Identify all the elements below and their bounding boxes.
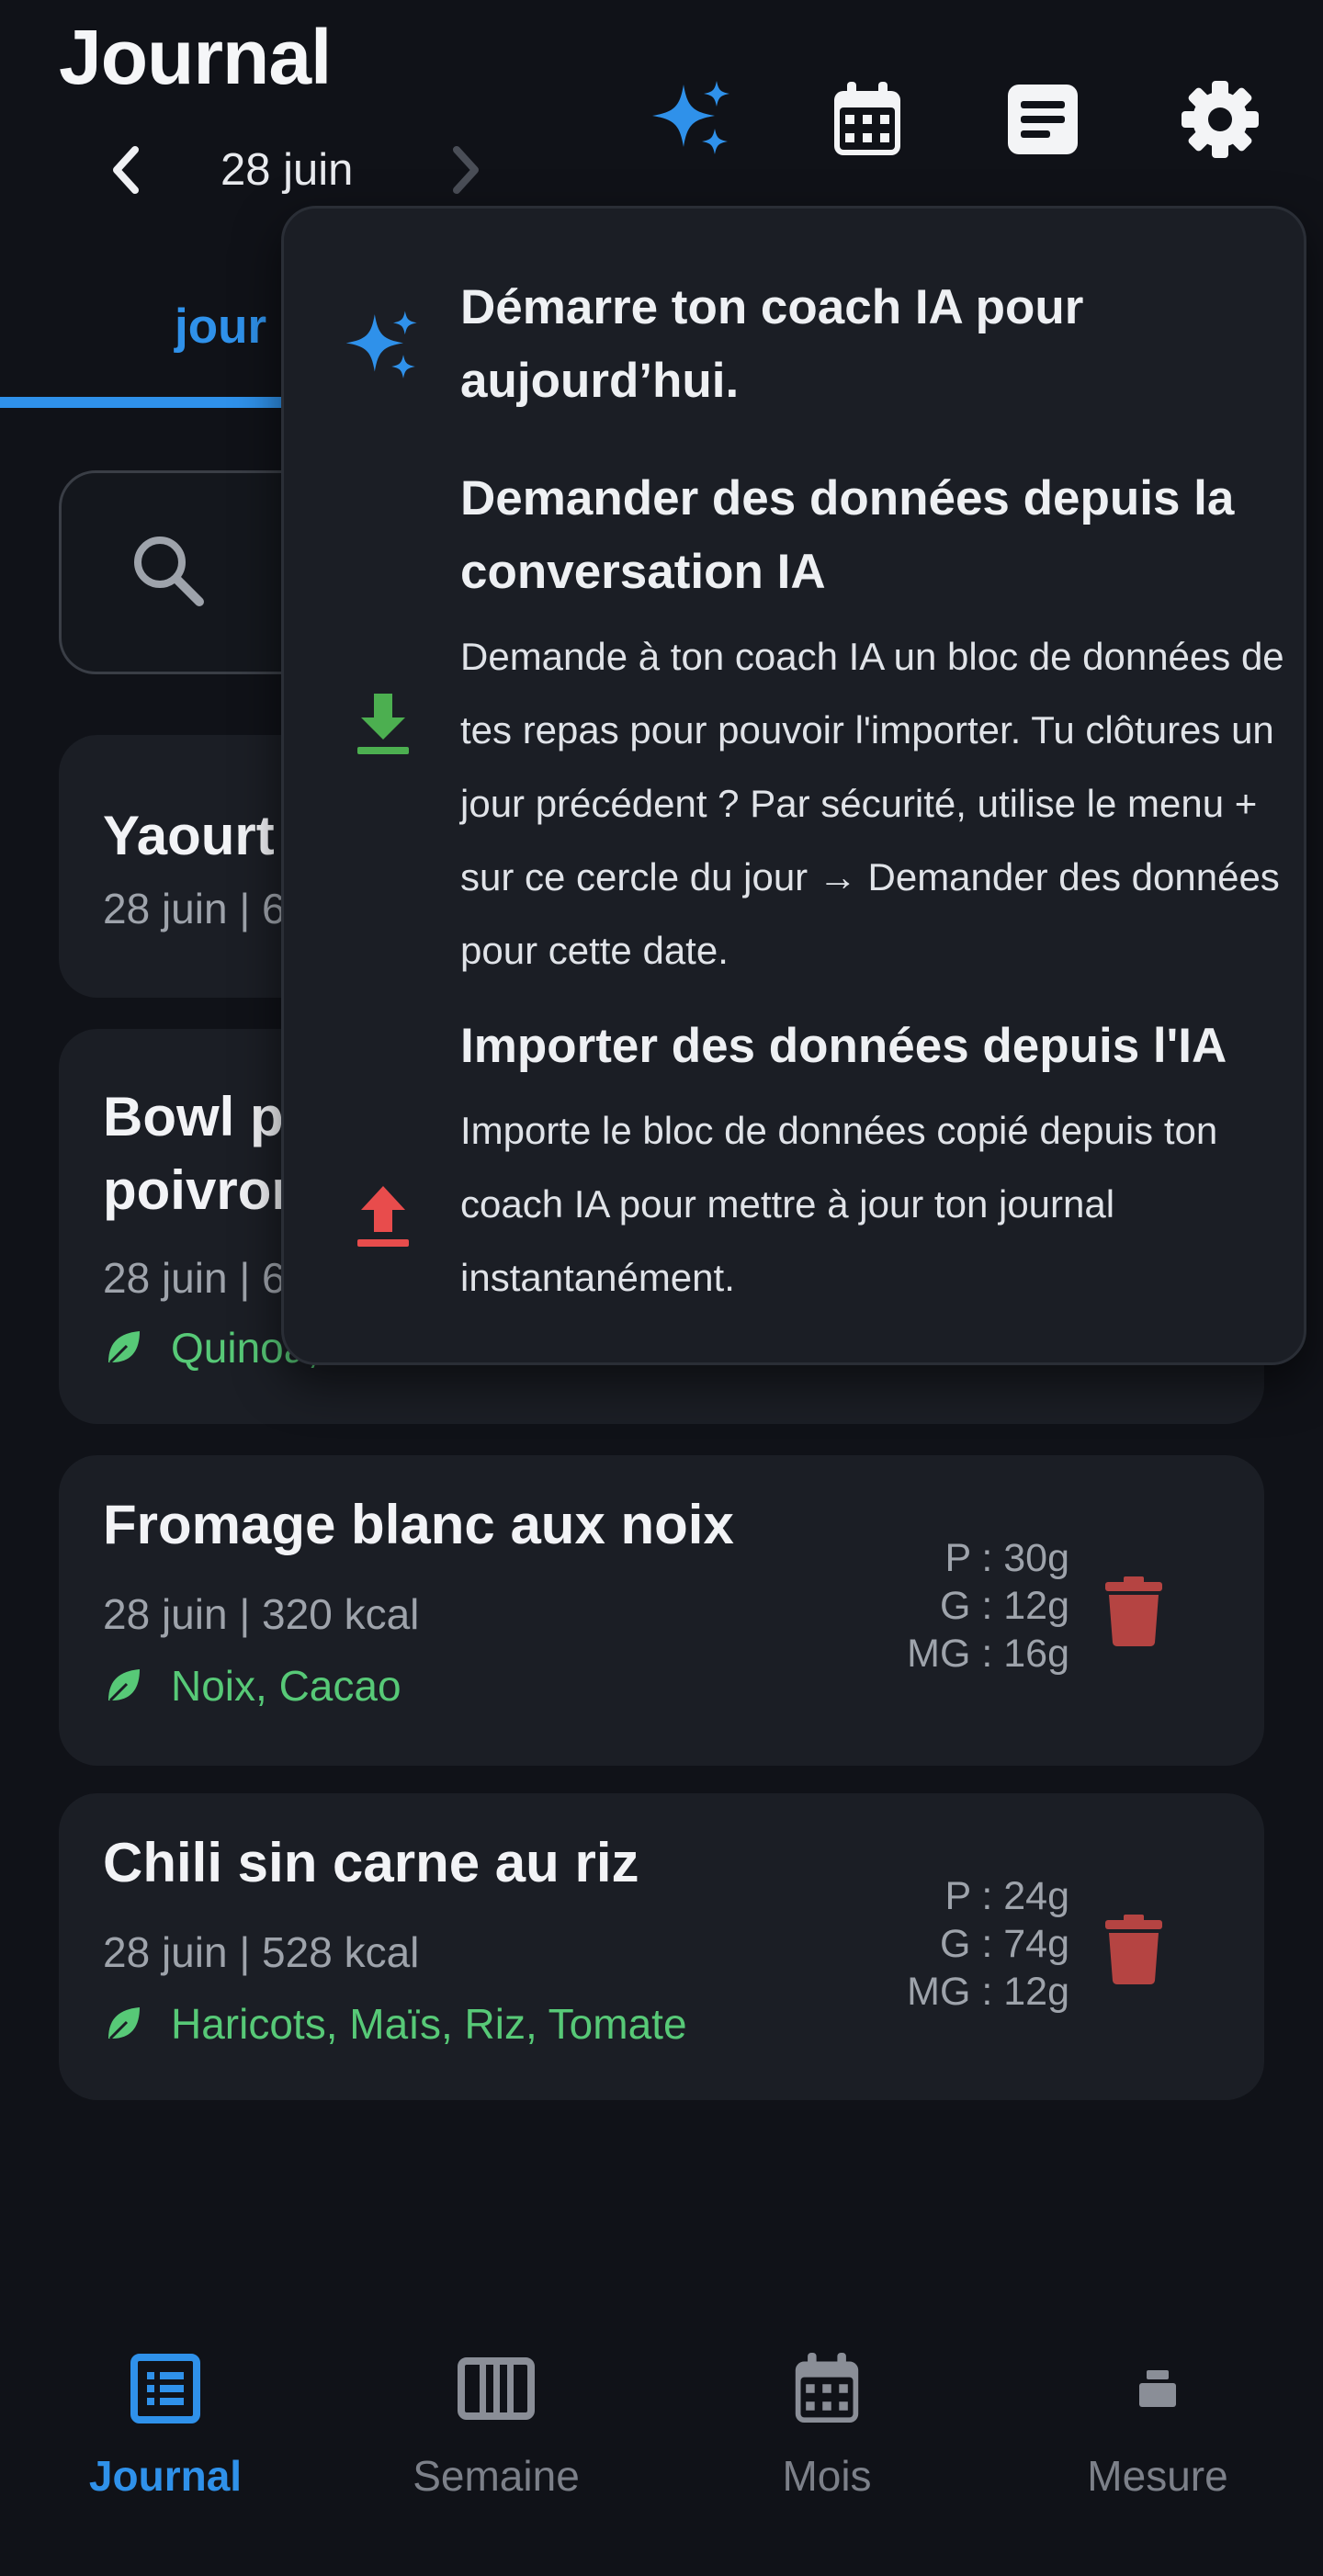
meal-ingredients: Noix, Cacao [103,1661,401,1711]
previous-day-button[interactable] [96,141,155,199]
nav-week-label: Semaine [413,2452,580,2500]
sparkles-icon [652,81,729,154]
nav-month-label: Mois [782,2452,872,2500]
macro-protein: P : 30g [944,1536,1070,1580]
upload-icon-wrap [335,1168,431,1263]
bottom-navigation: Journal Semaine Mois Mesure [0,2288,1323,2576]
leaf-icon [108,2007,140,2040]
meal-title-line-2: poivron [103,1159,305,1221]
meal-card[interactable]: Fromage blanc aux noix 28 juin | 320 kca… [59,1455,1264,1766]
macro-carbs: G : 74g [939,1922,1069,1966]
nav-journal-label: Journal [88,2452,243,2500]
meal-meta: 28 juin | 320 kcal [103,1590,420,1638]
notes-icon [1008,85,1078,154]
scale-icon [1139,2370,1176,2407]
calendar-button[interactable] [820,72,915,167]
meal-ingredients: Haricots, Maïs, Riz, Tomate [103,1999,687,2049]
meal-macros: P : 24g G : 74g MG : 12g [812,1872,1069,2016]
delete-meal-button[interactable] [1097,1908,1170,1991]
macro-protein: P : 24g [944,1874,1070,1918]
delete-meal-button[interactable] [1097,1570,1170,1653]
nav-week-icon-wrap [450,2343,542,2435]
date-navigator: 28 juin [87,133,510,207]
ai-coach-button[interactable] [645,72,741,167]
week-columns-icon [458,2357,535,2420]
nav-measure-icon-wrap [1112,2343,1204,2435]
settings-button[interactable] [1172,72,1268,167]
current-date: 28 juin [220,145,354,195]
download-icon-wrap [335,675,431,771]
nav-month[interactable]: Mois [662,2288,992,2526]
meal-meta: 28 juin | 6 [103,1254,286,1302]
nav-measure-label: Mesure [1087,2452,1228,2500]
meal-ingredients-text: Haricots, Maïs, Riz, Tomate [171,2000,687,2048]
journal-list-icon [130,2354,200,2423]
calendar-icon [834,82,900,155]
meal-card[interactable]: Chili sin carne au riz 28 juin | 528 kca… [59,1793,1264,2100]
nav-month-icon-wrap [781,2343,873,2435]
nav-journal-icon-wrap [119,2343,211,2435]
meal-meta: 28 juin | 6 [103,885,286,932]
leaf-icon [108,1331,140,1364]
download-icon [357,694,409,754]
meal-title: Chili sin carne au riz [103,1832,639,1893]
next-day-button[interactable] [436,141,495,199]
macro-carbs: G : 12g [939,1584,1069,1628]
search-icon [134,537,204,606]
meal-title: Bowl p [103,1086,284,1147]
request-data-description: Demande à ton coach IA un bloc de donnée… [460,635,1284,972]
chevron-right-icon [453,146,479,194]
upload-icon [357,1186,409,1247]
start-coach-icon-wrap [335,299,431,394]
sparkles-icon [345,311,417,378]
import-data-description: Importe le bloc de données copié depuis … [460,1109,1218,1299]
menu-item-request-data[interactable]: Demander des données depuis la conversat… [460,462,1269,609]
meal-ingredients-text: Noix, Cacao [171,1662,401,1710]
meal-meta: 28 juin | 528 kcal [103,1928,420,1976]
macro-fat: MG : 12g [907,1970,1069,2014]
trash-icon [1105,1576,1162,1646]
gear-icon [1182,81,1259,158]
nav-journal[interactable]: Journal [0,2288,331,2526]
ai-coach-menu: Démarre ton coach IA pour aujourd’hui. D… [281,206,1306,1365]
tab-day-label: jour [175,299,267,354]
meal-title: Fromage blanc aux noix [103,1494,734,1555]
nav-week[interactable]: Semaine [331,2288,662,2526]
nav-measure[interactable]: Mesure [992,2288,1323,2526]
page-title: Journal [59,14,332,100]
notes-button[interactable] [995,72,1091,167]
chevron-left-icon [113,146,139,194]
calendar-month-icon [795,2353,859,2423]
menu-item-import-data[interactable]: Importer des données depuis l'IA [460,1010,1269,1083]
meal-macros: P : 30g G : 12g MG : 16g [812,1534,1069,1678]
meal-title: Yaourt [103,805,275,866]
trash-icon [1105,1915,1162,1984]
menu-item-start-coach[interactable]: Démarre ton coach IA pour aujourd’hui. [460,271,1177,418]
macro-fat: MG : 16g [907,1632,1069,1676]
leaf-icon [108,1669,140,1702]
